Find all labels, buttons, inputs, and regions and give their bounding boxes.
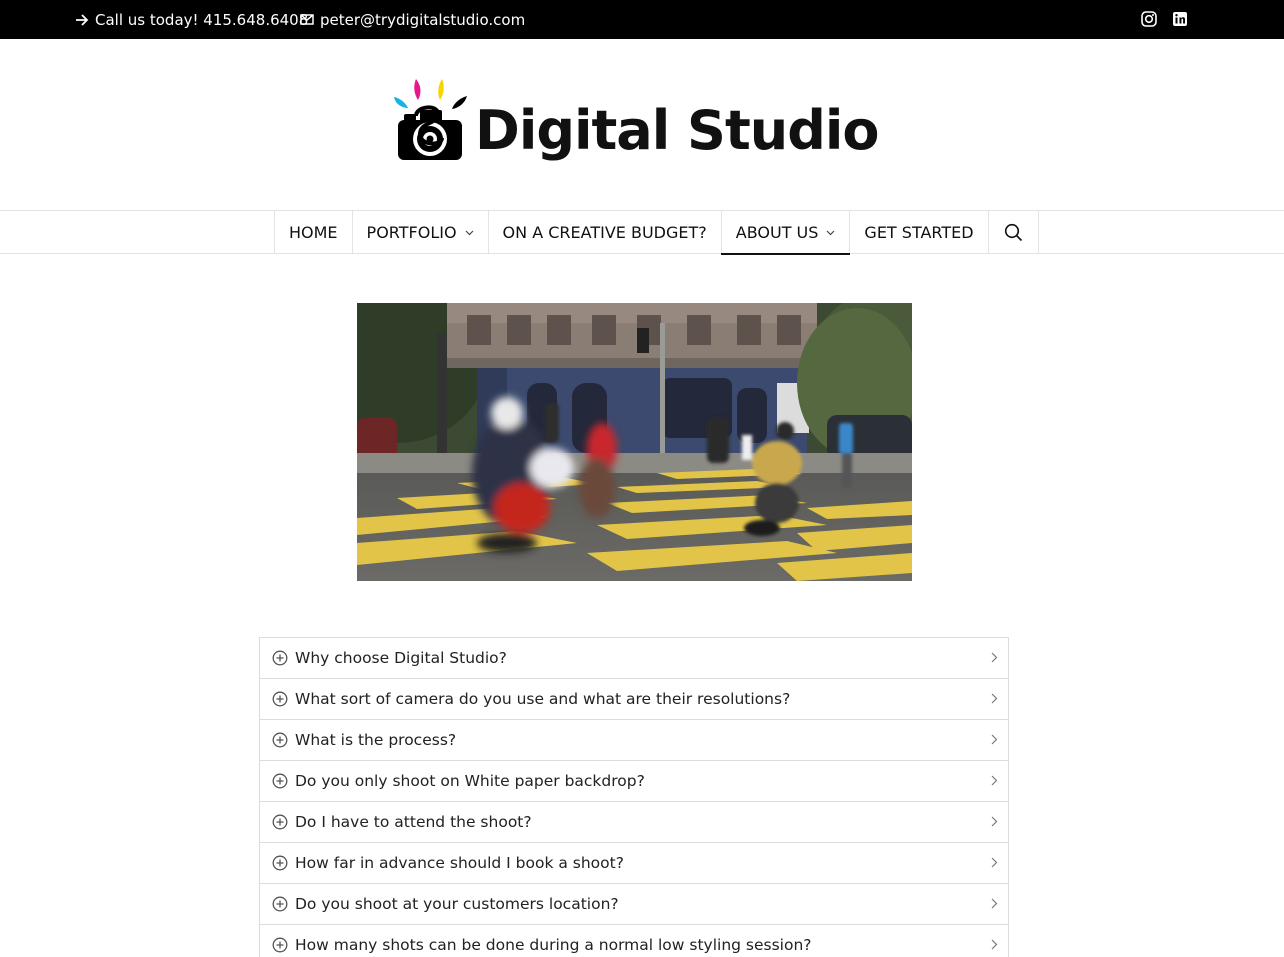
mail-icon <box>300 14 314 25</box>
nav-label: HOME <box>289 223 338 242</box>
nav-item-get-started[interactable]: GET STARTED <box>850 211 989 254</box>
chevron-right-icon <box>991 775 998 786</box>
nav-item-portfolio[interactable]: PORTFOLIO <box>353 211 489 254</box>
chevron-right-icon <box>991 857 998 868</box>
faq-item[interactable]: Do I have to attend the shoot? <box>260 802 1008 843</box>
faq-question: What sort of camera do you use and what … <box>295 690 791 708</box>
nav-label: ON A CREATIVE BUDGET? <box>502 223 707 242</box>
phone-text: Call us today! 415.648.6408 <box>95 10 309 29</box>
plus-circle-icon <box>272 691 288 707</box>
nav-label: PORTFOLIO <box>366 223 457 242</box>
plus-circle-icon <box>272 855 288 871</box>
plus-circle-icon <box>272 773 288 789</box>
chevron-down-icon <box>465 230 473 235</box>
plus-circle-icon <box>272 732 288 748</box>
faq-question: Do you shoot at your customers location? <box>295 895 619 913</box>
chevron-right-icon <box>991 816 998 827</box>
plus-circle-icon <box>272 814 288 830</box>
faq-item[interactable]: How many shots can be done during a norm… <box>260 925 1008 957</box>
plus-circle-icon <box>272 937 288 953</box>
faq-question: How many shots can be done during a norm… <box>295 936 812 954</box>
nav-item-creative-budget[interactable]: ON A CREATIVE BUDGET? <box>489 211 722 254</box>
faq-question: Do I have to attend the shoot? <box>295 813 532 831</box>
faq-accordion: Why choose Digital Studio? What sort of … <box>259 637 1009 957</box>
faq-item[interactable]: Do you only shoot on White paper backdro… <box>260 761 1008 802</box>
top-bar: Call us today! 415.648.6408 peter@trydig… <box>0 0 1284 39</box>
brand-name: Digital Studio <box>475 99 879 162</box>
search-icon <box>1004 223 1022 242</box>
email-text: peter@trydigitalstudio.com <box>320 10 526 29</box>
faq-question: How far in advance should I book a shoot… <box>295 854 624 872</box>
plus-circle-icon <box>272 896 288 912</box>
chevron-right-icon <box>991 734 998 745</box>
chevron-down-icon <box>826 230 835 235</box>
nav-item-about-us[interactable]: ABOUT US <box>720 211 851 255</box>
hero-image <box>357 303 912 581</box>
faq-question: What is the process? <box>295 731 457 749</box>
faq-item[interactable]: What sort of camera do you use and what … <box>260 679 1008 720</box>
main-navigation: HOME PORTFOLIO ON A CREATIVE BUDGET? ABO… <box>0 210 1284 255</box>
site-logo[interactable]: Digital Studio <box>390 76 880 176</box>
search-button[interactable] <box>989 211 1039 254</box>
nav-label: ABOUT US <box>735 223 819 242</box>
chevron-right-icon <box>991 898 998 909</box>
plus-circle-icon <box>272 650 288 666</box>
nav-label: GET STARTED <box>864 223 974 242</box>
chevron-right-icon <box>991 652 998 663</box>
faq-item[interactable]: Why choose Digital Studio? <box>260 638 1008 679</box>
chevron-right-icon <box>991 939 998 950</box>
phone-link[interactable]: Call us today! 415.648.6408 <box>75 0 308 39</box>
faq-item[interactable]: What is the process? <box>260 720 1008 761</box>
email-link[interactable]: peter@trydigitalstudio.com <box>300 0 525 39</box>
linkedin-icon[interactable] <box>1171 10 1189 28</box>
instagram-icon[interactable] <box>1140 10 1158 28</box>
faq-item[interactable]: How far in advance should I book a shoot… <box>260 843 1008 884</box>
faq-question: Do you only shoot on White paper backdro… <box>295 772 645 790</box>
nav-item-home[interactable]: HOME <box>275 211 353 254</box>
faq-question: Why choose Digital Studio? <box>295 649 507 667</box>
faq-item[interactable]: Do you shoot at your customers location? <box>260 884 1008 925</box>
arrow-right-icon <box>76 13 89 26</box>
chevron-right-icon <box>991 693 998 704</box>
camera-logo-icon <box>394 79 467 160</box>
